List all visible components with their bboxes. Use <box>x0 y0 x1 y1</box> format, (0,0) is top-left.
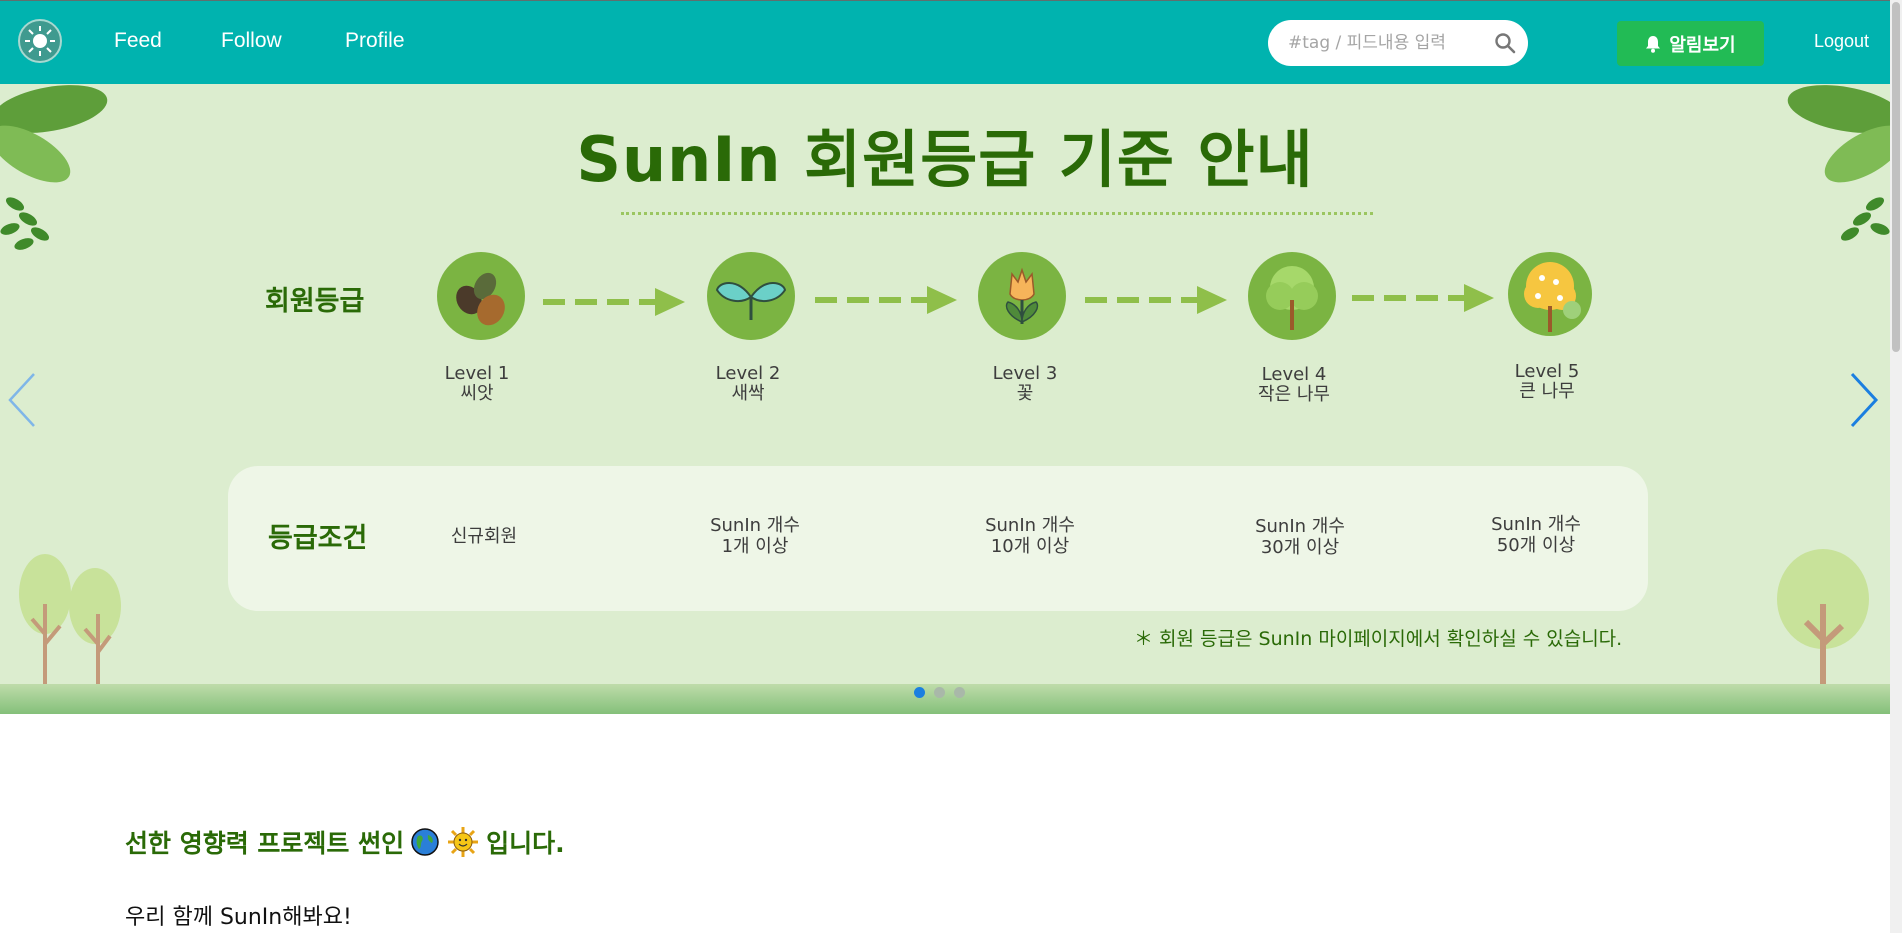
sun-icon <box>448 827 479 857</box>
globe-icon <box>411 828 439 856</box>
nav-profile-link[interactable]: Profile <box>345 29 405 53</box>
intro-section: 선한 영향력 프로젝트 썬인 입니다. 우리 함께 SunIn해봐요! <box>0 714 1890 933</box>
intro-headline-suffix: 입니다. <box>486 829 565 858</box>
grade-row-label: 회원등급 <box>265 286 365 317</box>
arrow-4-5-icon <box>1352 284 1494 312</box>
scrollbar-thumb[interactable] <box>1892 2 1900 352</box>
small-tree-icon <box>1248 252 1336 340</box>
condition-level-3: SunIn 개수 10개 이상 <box>950 515 1110 557</box>
condition-2-line2: 1개 이상 <box>721 536 789 557</box>
level-3-name: 꽃 <box>1016 383 1034 404</box>
alarm-label: 알림보기 <box>1669 34 1736 56</box>
level-2-number: Level 2 <box>715 363 781 384</box>
condition-row-label: 등급조건 <box>268 523 368 554</box>
sprout-icon <box>707 252 795 340</box>
search-box <box>1268 20 1528 66</box>
condition-level-5: SunIn 개수 50개 이상 <box>1456 514 1616 556</box>
grade-note: ＊ 회원 등급은 SunIn 마이페이지에서 확인하실 수 있습니다. <box>1134 628 1623 650</box>
carousel-next-icon[interactable] <box>1842 370 1882 430</box>
carousel-dot-1[interactable] <box>914 687 925 698</box>
level-4-number: Level 4 <box>1261 364 1327 385</box>
alarm-button[interactable]: 알림보기 <box>1617 21 1764 66</box>
level-3-number: Level 3 <box>992 363 1058 384</box>
logout-link[interactable]: Logout <box>1814 31 1869 52</box>
level-1-label: Level 1 씨앗 <box>407 364 547 404</box>
navbar: Feed Follow Profile 알림보기 Logout <box>0 0 1890 84</box>
search-input[interactable] <box>1288 30 1478 56</box>
arrow-2-3-icon <box>815 286 957 314</box>
condition-4-line2: 30개 이상 <box>1260 537 1340 558</box>
condition-level-4: SunIn 개수 30개 이상 <box>1220 516 1380 558</box>
title-divider <box>621 212 1373 215</box>
level-5-label: Level 5 큰 나무 <box>1477 362 1617 402</box>
banner-title: SunIn 회원등급 기준 안내 <box>576 123 1314 196</box>
carousel-indicators <box>914 687 965 698</box>
condition-3-line1: SunIn 개수 <box>985 515 1075 536</box>
condition-3-line2: 10개 이상 <box>990 536 1070 557</box>
page-scrollbar[interactable] <box>1890 0 1902 933</box>
condition-2-line1: SunIn 개수 <box>710 515 800 536</box>
page: Feed Follow Profile 알림보기 Logout <box>0 0 1902 933</box>
level-5-name: 큰 나무 <box>1519 381 1575 402</box>
nav-feed-link[interactable]: Feed <box>114 29 162 53</box>
seed-icon <box>437 252 525 340</box>
trees-decoration-left <box>19 554 121 694</box>
condition-4-line1: SunIn 개수 <box>1255 516 1345 537</box>
tulip-icon <box>978 252 1066 340</box>
carousel-prev-icon[interactable] <box>4 370 44 430</box>
condition-5-line2: 50개 이상 <box>1496 535 1576 556</box>
level-2-label: Level 2 새싹 <box>678 364 818 404</box>
intro-headline-text: 선한 영향력 프로젝트 썬인 <box>125 829 405 858</box>
intro-headline: 선한 영향력 프로젝트 썬인 입니다. <box>125 824 565 860</box>
grade-banner-carousel: SunIn 회원등급 기준 안내 회원등급 Level 1 씨앗 Level 2… <box>0 84 1890 714</box>
condition-5-line1: SunIn 개수 <box>1491 514 1581 535</box>
intro-subtext: 우리 함께 SunIn해봐요! <box>125 905 352 930</box>
sun-logo-icon[interactable] <box>18 19 62 63</box>
level-1-name: 씨앗 <box>460 383 494 404</box>
level-1-number: Level 1 <box>444 363 510 384</box>
level-2-name: 새싹 <box>731 383 765 404</box>
big-tree-icon <box>1508 252 1592 336</box>
level-3-label: Level 3 꽃 <box>955 364 1095 404</box>
condition-level-1: 신규회원 <box>404 526 564 547</box>
level-4-name: 작은 나무 <box>1258 384 1330 405</box>
level-4-label: Level 4 작은 나무 <box>1224 365 1364 405</box>
bell-icon <box>1646 35 1661 53</box>
tree-decoration-right <box>1777 549 1869 704</box>
nav-follow-link[interactable]: Follow <box>221 29 282 53</box>
arrow-1-2-icon <box>543 288 685 316</box>
search-icon[interactable] <box>1494 32 1516 54</box>
carousel-dot-3[interactable] <box>954 687 965 698</box>
level-5-number: Level 5 <box>1514 361 1580 382</box>
condition-level-2: SunIn 개수 1개 이상 <box>675 515 835 557</box>
carousel-dot-2[interactable] <box>934 687 945 698</box>
arrow-3-4-icon <box>1085 286 1227 314</box>
condition-1-line1: 신규회원 <box>450 526 518 547</box>
